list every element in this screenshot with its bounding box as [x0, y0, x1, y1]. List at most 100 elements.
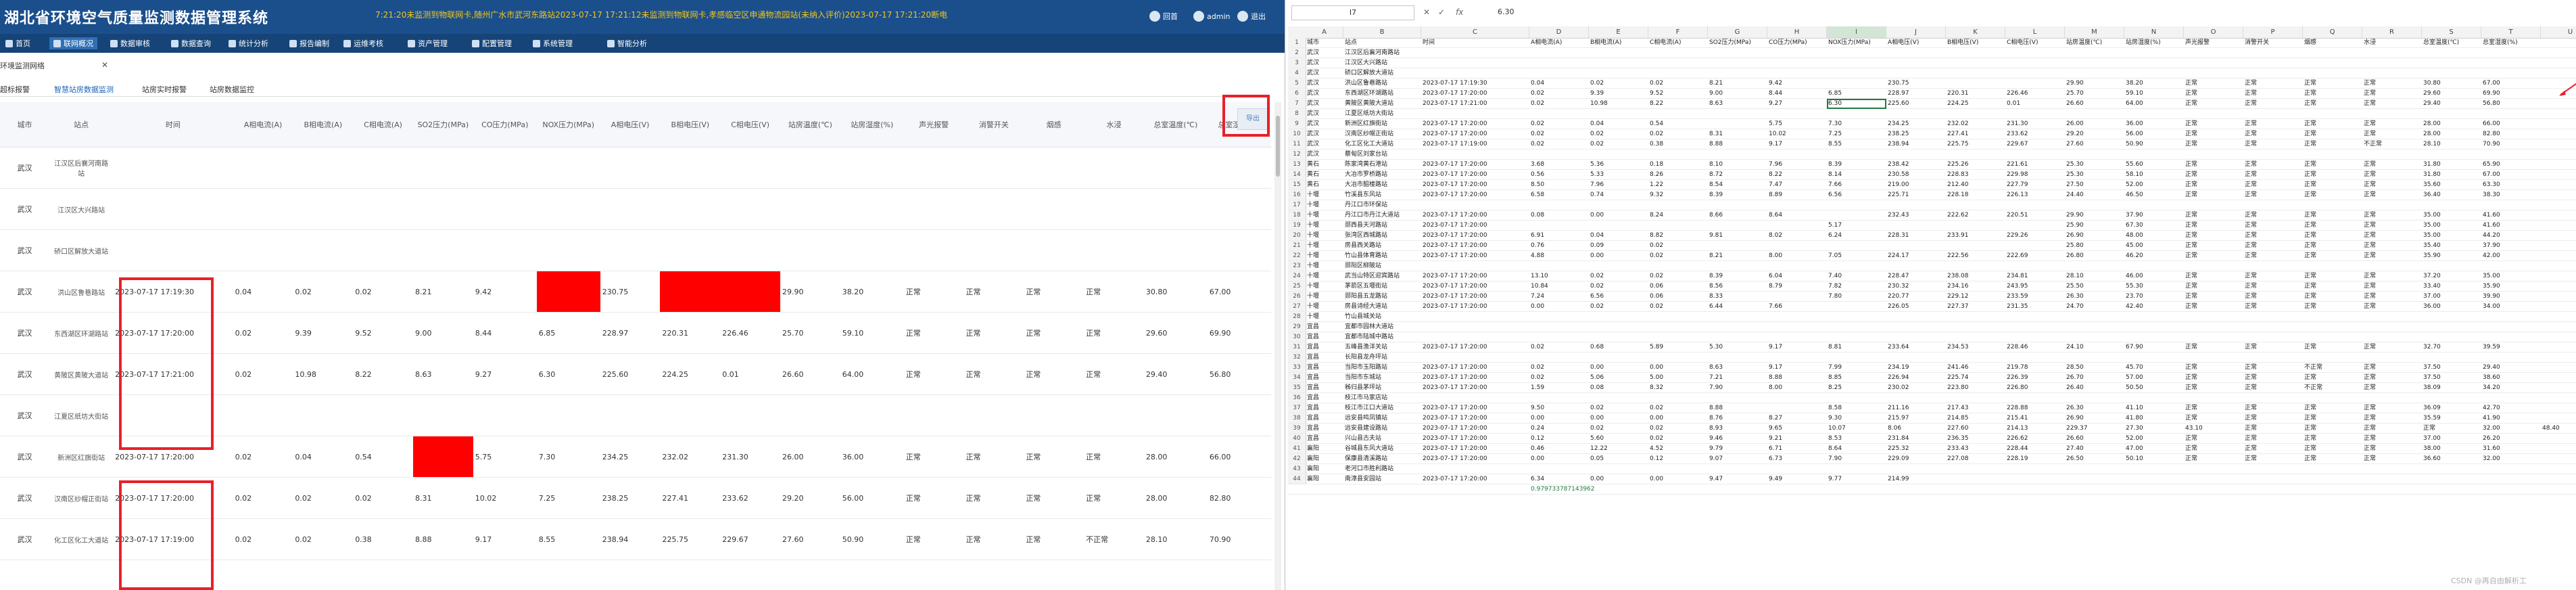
sheet-cell[interactable]: 229.12	[1946, 292, 2005, 301]
nav-item-6[interactable]: 运维考核	[343, 37, 383, 49]
breadcrumb[interactable]: 环境监测网络	[0, 60, 45, 71]
sheet-cell[interactable]: 5.17	[1827, 221, 1886, 230]
sheet-cell[interactable]: 2023-07-17 17:20:00	[1421, 231, 1529, 240]
sheet-row[interactable]: 19 十堰 郧西县天河路站 2023-07-17 17:20:00 5.17 25.90 6…	[1288, 221, 2576, 231]
sheet-cell[interactable]: 宜昌	[1306, 393, 1343, 403]
sheet-cell[interactable]: 5.36	[1589, 160, 1648, 169]
sheet-cell[interactable]: 0.00	[1648, 363, 1708, 372]
sheet-cell[interactable]: 正常	[2243, 363, 2303, 372]
sheet-cell[interactable]: 十堰	[1306, 210, 1343, 220]
row-number[interactable]: 39	[1288, 424, 1306, 433]
sheet-cell[interactable]	[2481, 474, 2541, 484]
sheet-cell[interactable]: 228.97	[1886, 89, 1946, 98]
row-number[interactable]: 4	[1288, 68, 1306, 78]
sheet-cell[interactable]: 8.21	[1708, 78, 1767, 88]
sheet-cell[interactable]: 234.16	[1946, 281, 2005, 291]
sheet-cell[interactable]: 0.68	[1589, 342, 1648, 352]
row-number[interactable]: 7	[1288, 99, 1306, 108]
sheet-row[interactable]: 21 十堰 房县西关路站 2023-07-17 17:20:00 0.76 0.09 0.0…	[1288, 241, 2576, 251]
sheet-cell[interactable]: 7.90	[1708, 383, 1767, 392]
sheet-cell[interactable]: 24.10	[2065, 342, 2124, 352]
sheet-cell[interactable]: 10.84	[1529, 281, 1589, 291]
sheet-cell[interactable]: 正常	[2184, 89, 2243, 98]
sheet-cell[interactable]	[2005, 221, 2065, 230]
row-number[interactable]: 23	[1288, 261, 1306, 271]
sheet-row[interactable]: 6 武汉 东西湖区环湖路站 2023-07-17 17:20:00 0.02 9.39 9.…	[1288, 89, 2576, 99]
sheet-cell[interactable]	[1886, 221, 1946, 230]
sheet-cell[interactable]: 正常	[2243, 424, 2303, 433]
sheet-cell[interactable]: 5.06	[1589, 373, 1648, 382]
sheet-cell[interactable]: 2023-07-17 17:20:00	[1421, 251, 1529, 260]
sheet-cell[interactable]: 35.00	[2422, 221, 2481, 230]
sheet-cell[interactable]: 站房温度(℃)	[2065, 38, 2124, 47]
sheet-cell[interactable]: 224.25	[1946, 99, 2005, 108]
sheet-cell[interactable]: 9.52	[1648, 89, 1708, 98]
sheet-cell[interactable]: 82.80	[2481, 129, 2541, 139]
sheet-cell[interactable]: 227.37	[1946, 302, 2005, 311]
sheet-cell[interactable]: 8.63	[1708, 363, 1767, 372]
sheet-cell[interactable]: 水浸	[2362, 38, 2422, 47]
sheet-row[interactable]: 18 十堰 丹江口市丹江大道站 2023-07-17 17:20:00 0.08 0.00…	[1288, 210, 2576, 221]
sheet-cell[interactable]	[1946, 221, 2005, 230]
row-number[interactable]: 20	[1288, 231, 1306, 240]
sheet-cell[interactable]	[2005, 474, 2065, 484]
sheet-cell[interactable]: 35.59	[2422, 413, 2481, 423]
column-header-S[interactable]: S	[2422, 26, 2481, 38]
sheet-cell[interactable]: 26.80	[2065, 251, 2124, 260]
sheet-cell[interactable]	[2065, 474, 2124, 484]
sheet-cell[interactable]: 25.30	[2065, 160, 2124, 169]
sheet-cell[interactable]: 十堰	[1306, 221, 1343, 230]
sheet-cell[interactable]: 8.88	[1767, 373, 1827, 382]
sheet-cell[interactable]: 远安县建设路站	[1343, 424, 1421, 433]
sheet-cell[interactable]	[1708, 221, 1767, 230]
sheet-row[interactable]: 25 十堰 茅箭区五堰街站 2023-07-17 17:20:00 10.84 0.02 0…	[1288, 281, 2576, 292]
sheet-cell[interactable]: 0.01	[2005, 99, 2065, 108]
sheet-cell[interactable]	[1946, 241, 2005, 250]
sheet-cell[interactable]: 64.00	[2124, 99, 2184, 108]
sheet-cell[interactable]: 十堰	[1306, 261, 1343, 271]
sheet-row[interactable]: 33 宜昌 当阳市玉阳路站 2023-07-17 17:20:00 0.02 0.00 0.…	[1288, 363, 2576, 373]
sheet-cell[interactable]: 8.21	[1708, 251, 1767, 260]
sheet-cell[interactable]: 总室温度(℃)	[2422, 38, 2481, 47]
sheet-cell[interactable]: 正常	[2362, 170, 2422, 179]
sheet-cell[interactable]	[1648, 221, 1708, 230]
sheet-cell[interactable]: 正常	[2362, 119, 2422, 129]
column-header-J[interactable]: J	[1886, 26, 1946, 38]
sheet-cell[interactable]: 222.56	[1946, 251, 2005, 260]
sheet-cell[interactable]	[1827, 210, 1886, 220]
sheet-cell[interactable]: 41.60	[2481, 210, 2541, 220]
sheet-cell[interactable]: 正常	[2184, 180, 2243, 189]
sheet-cell[interactable]: 竹山县体育路站	[1343, 251, 1421, 260]
sheet-cell[interactable]: 正常	[2362, 271, 2422, 281]
sheet-cell[interactable]: 0.04	[1529, 78, 1589, 88]
column-header[interactable]: B相电压(V)	[660, 102, 721, 148]
sheet-cell[interactable]: 0.02	[1529, 363, 1589, 372]
sheet-cell[interactable]: 正常	[2243, 403, 2303, 413]
sheet-cell[interactable]: 230.58	[1886, 170, 1946, 179]
sheet-cell[interactable]: 230.32	[1886, 281, 1946, 291]
sheet-cell[interactable]: 0.00	[1589, 251, 1648, 260]
confirm-icon[interactable]: ✓	[1438, 7, 1445, 17]
sheet-cell[interactable]: 43.10	[2184, 424, 2243, 433]
nav-item-4[interactable]: 统计分析	[229, 37, 268, 49]
sheet-cell[interactable]: 41.10	[2124, 403, 2184, 413]
sheet-cell[interactable]: 57.00	[2124, 373, 2184, 382]
sheet-cell[interactable]: 8.50	[1529, 180, 1589, 189]
sheet-cell[interactable]: 35.60	[2422, 180, 2481, 189]
sheet-cell[interactable]: 215.41	[2005, 413, 2065, 423]
sheet-cell[interactable]: 236.35	[1946, 434, 2005, 443]
sheet-cell[interactable]: 正常	[2184, 190, 2243, 200]
sheet-cell[interactable]: 8.79	[1767, 281, 1827, 291]
sheet-cell[interactable]	[1529, 221, 1589, 230]
sheet-row[interactable]: 16 十堰 竹溪县东风站 2023-07-17 17:20:00 6.58 0.74 9.3…	[1288, 190, 2576, 200]
sheet-cell[interactable]: 正常	[2303, 302, 2362, 311]
nav-item-5[interactable]: 报告编制	[289, 37, 329, 49]
scrollbar-thumb[interactable]	[1276, 116, 1280, 177]
sheet-cell[interactable]: 0.06	[1648, 292, 1708, 301]
sheet-cell[interactable]: 9.17	[1767, 342, 1827, 352]
sheet-cell[interactable]: 231.84	[1886, 434, 1946, 443]
sheet-cell[interactable]: CO压力(MPa)	[1767, 38, 1827, 47]
sheet-row[interactable]: 35 宜昌 秭归县茅坪站 2023-07-17 17:20:00 1.59 0.08 8.3…	[1288, 383, 2576, 393]
sheet-cell[interactable]: 不正常	[2303, 383, 2362, 392]
sheet-cell[interactable]: 8.33	[1708, 292, 1767, 301]
